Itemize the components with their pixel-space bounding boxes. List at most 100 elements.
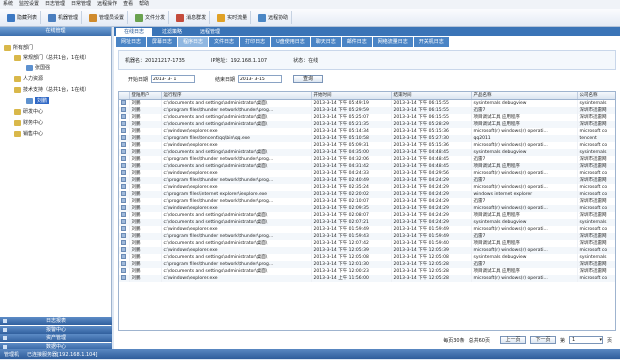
table-row[interactable]: 刘鹏 c:\program files\tencent\qq\bin\qq.exe… bbox=[119, 134, 615, 142]
menu-item[interactable]: 远程操作 bbox=[97, 0, 117, 9]
toolbar-icon bbox=[135, 13, 144, 22]
menu-item[interactable]: 查看 bbox=[123, 0, 133, 9]
toolbar-button[interactable]: 文件分发 bbox=[132, 11, 170, 24]
table-cell: 刘鹏 bbox=[129, 120, 162, 128]
column-header[interactable]: 结束时间 bbox=[391, 92, 472, 100]
toolbar-button[interactable]: 远程协助 bbox=[255, 11, 293, 24]
table-cell: c:\program files\thunder network\thunder… bbox=[161, 176, 312, 184]
start-date-input[interactable] bbox=[151, 75, 196, 83]
table-row[interactable]: 刘鹏 c:\program files\thunder network\thund… bbox=[119, 197, 615, 205]
table-row[interactable]: 刘鹏 c:\program files\thunder network\thund… bbox=[119, 155, 615, 163]
tree-node[interactable]: 人力资源 bbox=[14, 75, 43, 82]
table-row[interactable]: 刘鹏 c:\program files\thunder network\thund… bbox=[119, 176, 615, 184]
table-row[interactable]: 刘鹏 c:\windows\explorer.exe 2013-3-14 下午 02… bbox=[119, 204, 615, 212]
start-date-label: 开始日期 bbox=[128, 76, 149, 83]
table-row[interactable]: 刘鹏 c:\windows\explorer.exe 2013-3-14 下午 02… bbox=[119, 183, 615, 191]
table-row[interactable]: 刘鹏 c:\documents and settings\administrato… bbox=[119, 113, 615, 121]
table-cell: microsoft co bbox=[577, 204, 615, 212]
program-icon bbox=[121, 218, 126, 224]
table-cell: 2013-3-14 下午 12:05:28 bbox=[391, 267, 472, 275]
log-tab[interactable]: 程序日志 bbox=[178, 37, 209, 47]
table-row[interactable]: 刘鹏 c:\program files\thunder network\thund… bbox=[119, 260, 615, 268]
menu-item[interactable]: 系统 bbox=[3, 0, 13, 9]
toolbar-label: 实时流量 bbox=[227, 15, 248, 21]
tree-node[interactable]: 常规部门（总共1台，1在线） bbox=[14, 54, 89, 61]
tree-node[interactable]: 张国强 bbox=[26, 64, 50, 71]
table-row[interactable]: 刘鹏 c:\documents and settings\administrato… bbox=[119, 211, 615, 219]
top-tabs: 在线日志 过滤策略 远程管理 bbox=[114, 27, 620, 36]
top-tab[interactable]: 过滤策略 bbox=[154, 28, 190, 36]
table-row[interactable]: 刘鹏 c:\windows\explorer.exe 2013-3-14 下午 05… bbox=[119, 127, 615, 135]
log-tab[interactable]: 网络流量日志 bbox=[372, 37, 413, 47]
table-row[interactable]: 刘鹏 c:\documents and settings\administrato… bbox=[119, 120, 615, 128]
column-header[interactable]: 登陆用户 bbox=[129, 92, 162, 100]
table-row[interactable]: 刘鹏 c:\documents and settings\administrato… bbox=[119, 99, 615, 107]
log-tab[interactable]: 网址日志 bbox=[116, 37, 147, 47]
log-tab[interactable]: 邮件日志 bbox=[341, 37, 372, 47]
tree-node[interactable]: 刘鹏 bbox=[26, 97, 50, 104]
table-row[interactable]: 刘鹏 c:\windows\explorer.exe 2013-3-14 下午 12… bbox=[119, 246, 615, 254]
log-tab[interactable]: 聊天日志 bbox=[310, 37, 341, 47]
toolbar-button[interactable]: 实时流量 bbox=[214, 11, 252, 24]
table-cell: 2013-3-14 下午 05:49:19 bbox=[311, 99, 392, 107]
table-row[interactable]: 刘鹏 c:\program files\thunder network\thund… bbox=[119, 106, 615, 114]
end-date-input[interactable] bbox=[238, 75, 283, 83]
program-icon bbox=[121, 239, 126, 245]
row-icon-cell bbox=[119, 218, 130, 226]
sidebar: 在线管理 所有部门 常规部门（总共1台，1在线） 张国强 人力资源 技术支持（总共1台，… bbox=[0, 27, 112, 359]
menu-item[interactable]: 帮助 bbox=[139, 0, 149, 9]
table-row[interactable]: 刘鹏 c:\program files\thunder network\thund… bbox=[119, 232, 615, 240]
table-row[interactable]: 刘鹏 c:\documents and settings\administrato… bbox=[119, 162, 615, 170]
program-icon bbox=[121, 148, 126, 154]
table-cell: microsoft co bbox=[577, 274, 615, 282]
table-row[interactable]: 刘鹏 c:\documents and settings\administrato… bbox=[119, 239, 615, 247]
table-row[interactable]: 刘鹏 c:\documents and settings\administrato… bbox=[119, 267, 615, 275]
column-header[interactable]: 产品名称 bbox=[471, 92, 578, 100]
menu-item[interactable]: 日常管理 bbox=[71, 0, 91, 9]
table-cell: microsoft co bbox=[577, 225, 615, 233]
log-tab[interactable]: 开关机日志 bbox=[413, 37, 449, 47]
next-page-button[interactable]: 下一页 bbox=[529, 336, 556, 344]
log-tab[interactable]: U盘使用日志 bbox=[271, 37, 310, 47]
table-row[interactable]: 刘鹏 c:\windows\explorer.exe 2013-3-14 下午 01… bbox=[119, 225, 615, 233]
table-cell: 2013-3-14 下午 04:24:29 bbox=[391, 218, 472, 226]
tree-node[interactable]: 技术支持（总共1台，1在线） bbox=[14, 86, 89, 93]
menu-item[interactable]: 日志管理 bbox=[45, 0, 65, 9]
menu-item[interactable]: 监控设置 bbox=[19, 0, 39, 9]
table-row[interactable]: 刘鹏 c:\documents and settings\administrato… bbox=[119, 218, 615, 226]
column-header[interactable]: 公司名称 bbox=[577, 92, 615, 100]
tree-node[interactable]: 财务中心 bbox=[14, 119, 43, 126]
toolbar-button[interactable]: 隐藏列表 bbox=[4, 11, 42, 24]
tree-node[interactable]: 销售中心 bbox=[14, 130, 43, 137]
table-row[interactable]: 刘鹏 c:\windows\explorer.exe 2013-3-14 上午 11… bbox=[119, 274, 615, 282]
table-row[interactable]: 刘鹏 c:\windows\explorer.exe 2013-3-14 下午 04… bbox=[119, 169, 615, 177]
sidebar-section[interactable]: 日志报表 bbox=[0, 317, 112, 325]
sidebar-section[interactable]: 报警中心 bbox=[0, 325, 112, 334]
table-cell: microsoft co bbox=[577, 190, 615, 198]
table-row[interactable]: 刘鹏 c:\documents and settings\administrato… bbox=[119, 253, 615, 261]
column-header[interactable]: 开始时间 bbox=[311, 92, 392, 100]
sidebar-section[interactable]: 资产管理 bbox=[0, 334, 112, 342]
table-cell: c:\documents and settings\administrator\… bbox=[161, 267, 312, 275]
tree-node[interactable]: 所有部门 bbox=[4, 44, 33, 51]
table-row[interactable]: 刘鹏 c:\windows\explorer.exe 2013-3-14 下午 05… bbox=[119, 141, 615, 149]
log-tab[interactable]: 打印日志 bbox=[240, 37, 271, 47]
total-pages-text: 总共60页 bbox=[468, 337, 490, 344]
table-cell: 刘鹏 bbox=[129, 190, 162, 198]
toolbar-button[interactable]: 管理员设置 bbox=[86, 11, 129, 24]
prev-page-button[interactable]: 上一页 bbox=[499, 336, 526, 344]
toolbar-button[interactable]: 机器管理 bbox=[45, 11, 83, 24]
log-tab[interactable]: 屏幕日志 bbox=[147, 37, 178, 47]
toolbar-button[interactable]: 消息群发 bbox=[173, 11, 211, 24]
table-row[interactable]: 刘鹏 c:\program files\internet explorer\iex… bbox=[119, 190, 615, 198]
tree-node[interactable]: 研发中心 bbox=[14, 108, 43, 115]
table-cell: c:\documents and settings\administrator\… bbox=[161, 253, 312, 261]
query-button[interactable]: 查询 bbox=[293, 75, 324, 83]
page-select[interactable]: 1 ▾ bbox=[568, 336, 603, 344]
top-tab[interactable]: 远程管理 bbox=[192, 28, 228, 36]
top-tab[interactable]: 在线日志 bbox=[116, 28, 153, 36]
table-row[interactable]: 刘鹏 c:\documents and settings\administrato… bbox=[119, 148, 615, 156]
column-header[interactable]: 运行程序 bbox=[161, 92, 312, 100]
log-tab[interactable]: 文件日志 bbox=[209, 37, 240, 47]
row-icon-cell bbox=[119, 204, 130, 212]
